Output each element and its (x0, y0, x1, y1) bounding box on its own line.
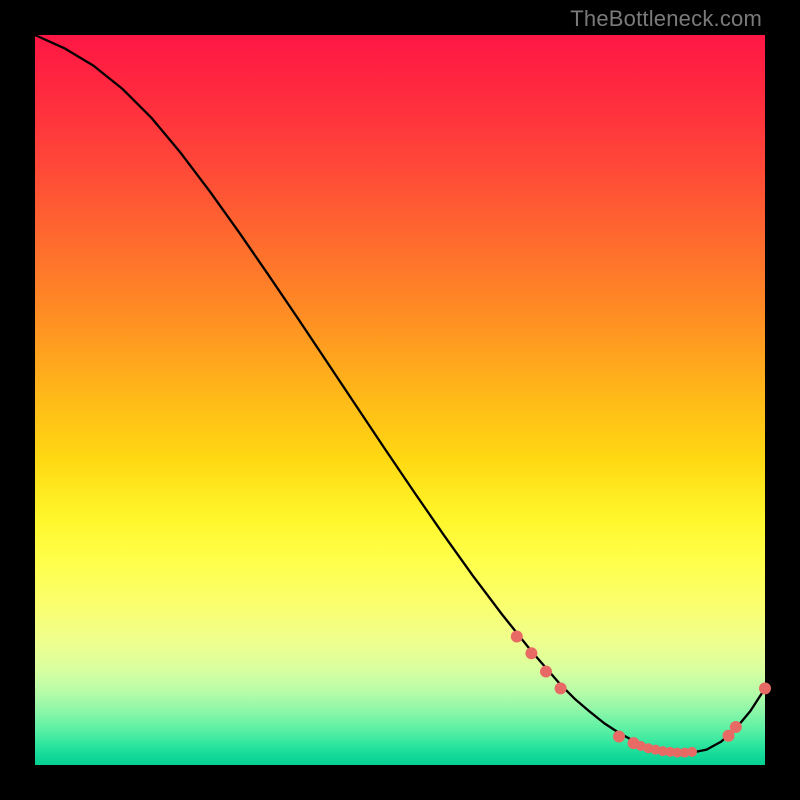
curve-line (35, 35, 765, 753)
watermark-text: TheBottleneck.com (570, 6, 762, 32)
marker-group (511, 631, 771, 758)
data-marker (730, 721, 742, 733)
data-marker (555, 682, 567, 694)
data-marker (525, 647, 537, 659)
data-marker (613, 731, 625, 743)
chart-svg (35, 35, 765, 765)
data-marker (759, 682, 771, 694)
data-marker (687, 747, 697, 757)
data-marker (540, 666, 552, 678)
chart-frame: TheBottleneck.com (0, 0, 800, 800)
data-marker (511, 631, 523, 643)
plot-area (35, 35, 765, 765)
